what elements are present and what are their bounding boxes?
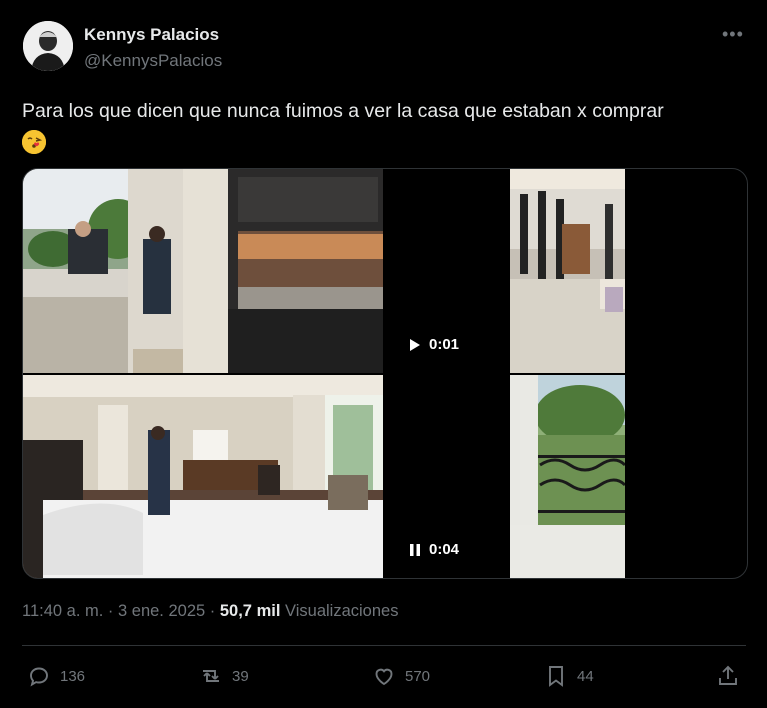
like-count: 570 [405, 667, 431, 685]
heart-icon [375, 668, 393, 686]
like-button[interactable]: 570 [372, 660, 430, 692]
views-count: 50,7 mil [219, 602, 281, 620]
photo-terrace-grill[interactable] [23, 169, 383, 373]
photo-gym[interactable] [510, 169, 625, 373]
tweet-time[interactable]: 11:40 a. m. [22, 602, 103, 620]
more-dots-icon[interactable]: ••• [722, 24, 744, 45]
reply-button[interactable]: 136 [27, 660, 85, 692]
pause-icon[interactable] [409, 543, 421, 557]
divider [22, 645, 746, 646]
share-icon [719, 665, 737, 685]
bookmark-count: 44 [577, 667, 594, 685]
video-1-time: 0:01 [429, 336, 460, 353]
reply-count: 136 [60, 667, 86, 685]
bookmark-button[interactable]: 44 [544, 660, 594, 692]
retweet-count: 39 [232, 667, 249, 685]
media-grid[interactable]: 0:01 0:04 [22, 168, 748, 579]
kiss-emoji-icon [22, 129, 46, 154]
tweet-date[interactable]: 3 ene. 2025 [118, 602, 205, 620]
video-player-2[interactable]: 0:04 [385, 375, 508, 578]
reply-icon [30, 667, 48, 687]
views-label: Visualizaciones [285, 602, 399, 620]
play-icon[interactable] [409, 338, 421, 352]
photo-bedroom[interactable] [23, 375, 383, 578]
retweet-button[interactable]: 39 [199, 660, 249, 692]
video-player-1[interactable]: 0:01 [385, 169, 508, 373]
share-button[interactable] [716, 660, 740, 692]
tweet-text: Para los que dicen que nunca fuimos a ve… [22, 96, 742, 156]
author-name[interactable]: Kennys Palacios [84, 25, 219, 45]
photo-balcony-window[interactable] [510, 375, 625, 578]
bookmark-icon [549, 666, 563, 687]
author-handle[interactable]: @KennysPalacios [84, 51, 222, 71]
tweet-body: Para los que dicen que nunca fuimos a ve… [22, 100, 664, 122]
avatar[interactable] [23, 21, 73, 71]
video-2-time: 0:04 [429, 541, 460, 558]
retweet-icon [203, 670, 219, 682]
meta-separator: · [107, 602, 114, 620]
meta-separator-2: · [209, 602, 216, 620]
tweet-meta: 11:40 a. m. · 3 ene. 2025 · 50,7 mil Vis… [22, 602, 398, 621]
